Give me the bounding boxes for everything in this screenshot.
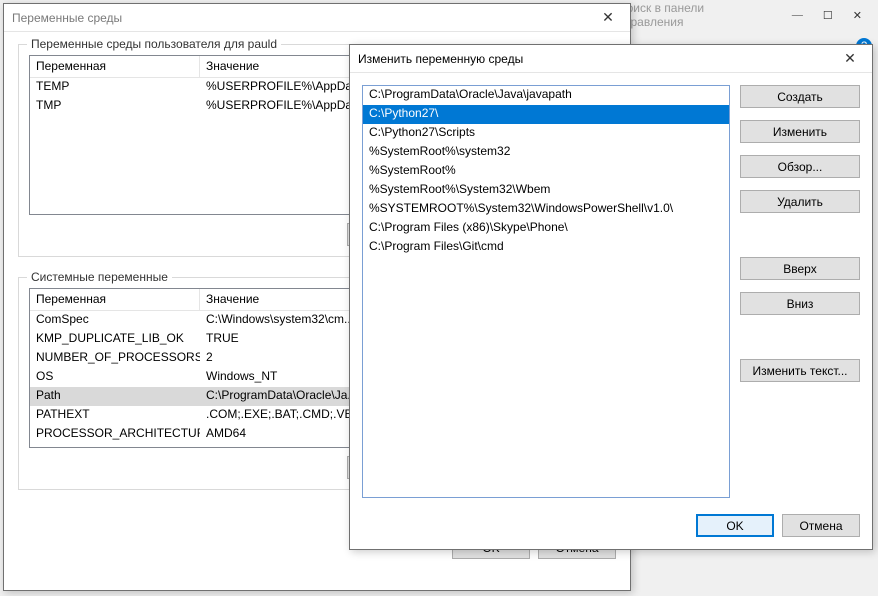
edit-text-button[interactable]: Изменить текст... <box>740 359 860 382</box>
ok-button[interactable]: OK <box>696 514 774 537</box>
maximize-icon[interactable]: ☐ <box>823 9 833 22</box>
browse-button[interactable]: Обзор... <box>740 155 860 178</box>
list-item[interactable]: C:\Python27\ <box>363 105 729 124</box>
move-up-button[interactable]: Вверх <box>740 257 860 280</box>
edit-env-var-dialog: Изменить переменную среды ✕ C:\ProgramDa… <box>349 44 873 550</box>
edit-title: Изменить переменную среды <box>358 52 836 66</box>
minimize-icon[interactable]: — <box>792 9 803 21</box>
list-item[interactable]: %SystemRoot%\System32\Wbem <box>363 181 729 200</box>
col-header-var[interactable]: Переменная <box>30 56 200 77</box>
list-item[interactable]: %SystemRoot% <box>363 162 729 181</box>
new-button[interactable]: Создать <box>740 85 860 108</box>
var-name: Path <box>30 387 200 406</box>
list-item[interactable]: %SYSTEMROOT%\System32\WindowsPowerShell\… <box>363 200 729 219</box>
close-icon[interactable]: ✕ <box>853 9 862 22</box>
var-name: PATHEXT <box>30 406 200 425</box>
move-down-button[interactable]: Вниз <box>740 292 860 315</box>
list-item[interactable]: %SystemRoot%\system32 <box>363 143 729 162</box>
path-list[interactable]: C:\ProgramData\Oracle\Java\javapathC:\Py… <box>362 85 730 498</box>
user-vars-legend: Переменные среды пользователя для pauld <box>27 37 281 51</box>
system-vars-legend: Системные переменные <box>27 270 172 284</box>
var-name: NUMBER_OF_PROCESSORS <box>30 349 200 368</box>
env-vars-title: Переменные среды <box>12 11 594 25</box>
cancel-button[interactable]: Отмена <box>782 514 860 537</box>
var-name: KMP_DUPLICATE_LIB_OK <box>30 330 200 349</box>
edit-button[interactable]: Изменить <box>740 120 860 143</box>
var-name: TMP <box>30 97 200 116</box>
var-name: OS <box>30 368 200 387</box>
list-item[interactable]: C:\ProgramData\Oracle\Java\javapath <box>363 86 729 105</box>
list-item[interactable]: C:\Program Files (x86)\Skype\Phone\ <box>363 219 729 238</box>
close-icon[interactable]: ✕ <box>594 7 622 29</box>
list-item[interactable]: C:\Program Files\Git\cmd <box>363 238 729 257</box>
close-icon[interactable]: ✕ <box>836 48 864 70</box>
var-name: PROCESSOR_ARCHITECTURE <box>30 425 200 444</box>
list-item[interactable]: C:\Python27\Scripts <box>363 124 729 143</box>
var-name: ComSpec <box>30 311 200 330</box>
var-name: TEMP <box>30 78 200 97</box>
col-header-var[interactable]: Переменная <box>30 289 200 310</box>
search-placeholder[interactable]: Поиск в панели управления <box>618 1 772 29</box>
background-window-controls: Поиск в панели управления — ☐ ✕ <box>618 0 878 30</box>
delete-button[interactable]: Удалить <box>740 190 860 213</box>
env-vars-titlebar: Переменные среды ✕ <box>4 4 630 32</box>
edit-titlebar: Изменить переменную среды ✕ <box>350 45 872 73</box>
